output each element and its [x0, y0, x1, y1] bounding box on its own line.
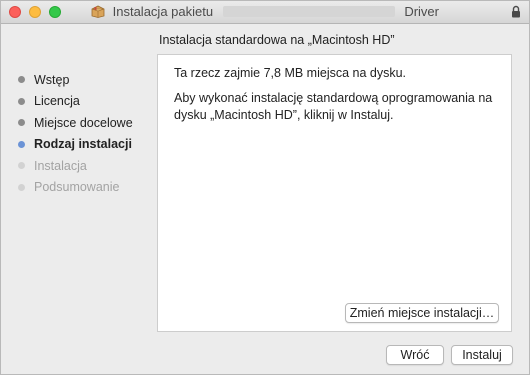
page-heading: Instalacja standardowa na „Macintosh HD”	[159, 33, 395, 47]
step-label: Licencja	[34, 94, 80, 109]
redacted-product-name	[222, 6, 395, 17]
step-label: Podsumowanie	[34, 180, 120, 195]
title-suffix: Driver	[404, 4, 439, 19]
step-dot	[18, 97, 25, 105]
installer-window: Instalacja pakietu Driver Instalacja sta…	[0, 0, 530, 375]
content-panel: Ta rzecz zajmie 7,8 MB miejsca na dysku.…	[157, 54, 512, 332]
step-dot	[18, 183, 25, 191]
step-label: Instalacja	[34, 158, 87, 173]
install-instruction-text: Aby wykonać instalację standardową oprog…	[174, 91, 493, 122]
install-button[interactable]: Instaluj	[451, 345, 513, 365]
step-dot	[18, 76, 25, 84]
step-wstep: Wstęp	[18, 69, 133, 91]
step-miejsce-docelowe: Miejsce docelowe	[18, 112, 133, 134]
step-label: Rodzaj instalacji	[34, 137, 132, 152]
lock-icon	[512, 5, 520, 18]
step-licencja: Licencja	[18, 91, 133, 113]
step-podsumowanie: Podsumowanie	[18, 177, 133, 199]
step-dot-current	[18, 140, 25, 148]
step-instalacja: Instalacja	[18, 155, 133, 177]
install-size-text: Ta rzecz zajmie 7,8 MB miejsca na dysku.	[174, 66, 407, 80]
step-dot	[18, 119, 25, 127]
step-dot	[18, 162, 25, 170]
window-title: Instalacja pakietu Driver	[1, 1, 529, 23]
installer-steps: Wstęp Licencja Miejsce docelowe Rodzaj i…	[18, 69, 133, 198]
step-rodzaj-instalacji: Rodzaj instalacji	[18, 134, 133, 156]
package-icon	[91, 5, 105, 18]
step-label: Wstęp	[34, 72, 70, 87]
title-prefix: Instalacja pakietu	[112, 4, 214, 19]
back-button[interactable]: Wróć	[386, 345, 444, 365]
change-install-location-button[interactable]: Zmień miejsce instalacji…	[345, 303, 499, 323]
step-label: Miejsce docelowe	[34, 115, 133, 130]
title-bar[interactable]: Instalacja pakietu Driver	[1, 1, 529, 24]
